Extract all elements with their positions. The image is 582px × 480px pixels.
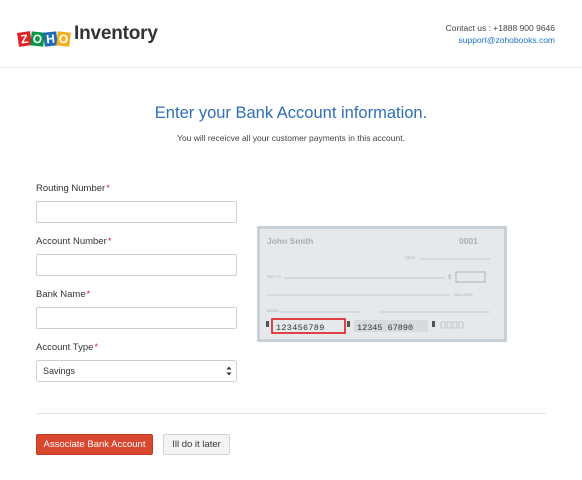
logo-letter-o-2: O xyxy=(56,31,71,47)
check-micr-blank-2 xyxy=(446,321,452,329)
account-number-input[interactable] xyxy=(36,254,237,276)
account-number-label: Account Number* xyxy=(36,236,111,247)
bank-name-label-text: Bank Name xyxy=(36,289,86,300)
check-micr-blank-3 xyxy=(452,321,458,329)
check-routing-digits: 123456789 xyxy=(276,323,325,333)
check-micr-blank-4 xyxy=(458,321,464,329)
check-dollars-label: DOLLARS xyxy=(454,292,473,297)
required-asterisk: * xyxy=(106,183,110,194)
bank-name-label: Bank Name* xyxy=(36,289,90,300)
zoho-inventory-logo[interactable]: Z O H O Inventory xyxy=(17,22,158,47)
page-subtitle: You will receicve all your customer paym… xyxy=(177,133,405,143)
check-micr-symbol xyxy=(266,321,269,327)
routing-number-label: Routing Number* xyxy=(36,183,110,194)
account-type-label: Account Type* xyxy=(36,342,98,353)
check-account-digits: 12345 67890 xyxy=(357,323,413,333)
page-title: Enter your Bank Account information. xyxy=(154,104,428,122)
check-drawing: John Smith 0001 DATE PAY TO $ DOLLARS ME… xyxy=(266,236,490,334)
check-number: 0001 xyxy=(459,236,478,246)
zoho-logo-mark: Z O H O xyxy=(17,22,71,47)
check-amount-box xyxy=(455,271,486,283)
account-type-select[interactable]: Savings xyxy=(36,360,237,382)
check-illustration: John Smith 0001 DATE PAY TO $ DOLLARS ME… xyxy=(257,226,507,342)
required-asterisk: * xyxy=(94,342,99,353)
required-asterisk: * xyxy=(107,236,112,247)
bank-name-input[interactable] xyxy=(36,307,237,329)
account-number-label-text: Account Number xyxy=(36,236,107,247)
routing-number-input[interactable] xyxy=(36,201,237,223)
associate-bank-account-button[interactable]: Associate Bank Account xyxy=(36,434,153,455)
select-arrows-icon xyxy=(226,366,232,376)
do-it-later-button[interactable]: Ill do it later xyxy=(163,434,230,455)
contact-phone: Contact us : +1888 900 9646 xyxy=(445,23,555,33)
check-name: John Smith xyxy=(267,236,313,246)
logo-product-name: Inventory xyxy=(74,23,158,44)
account-type-label-text: Account Type xyxy=(36,342,94,353)
check-memo-label: MEMO xyxy=(267,308,279,313)
header: Z O H O Inventory Contact us : +1888 900… xyxy=(0,0,582,68)
check-date-label: DATE xyxy=(405,255,416,260)
required-asterisk: * xyxy=(86,289,91,300)
form-divider xyxy=(36,413,546,414)
contact-email-link[interactable]: support@zohobooks.com xyxy=(446,34,555,46)
check-micr-symbol-2 xyxy=(347,321,350,327)
check-dollar-sign: $ xyxy=(448,275,452,281)
contact-info: Contact us : +1888 900 9646 support@zoho… xyxy=(446,22,555,46)
account-type-selected-value: Savings xyxy=(43,366,76,376)
check-payto-label: PAY TO xyxy=(267,274,281,279)
check-micr-blank xyxy=(440,321,446,329)
check-micr-symbol-3 xyxy=(432,321,435,327)
routing-number-label-text: Routing Number xyxy=(36,183,106,194)
